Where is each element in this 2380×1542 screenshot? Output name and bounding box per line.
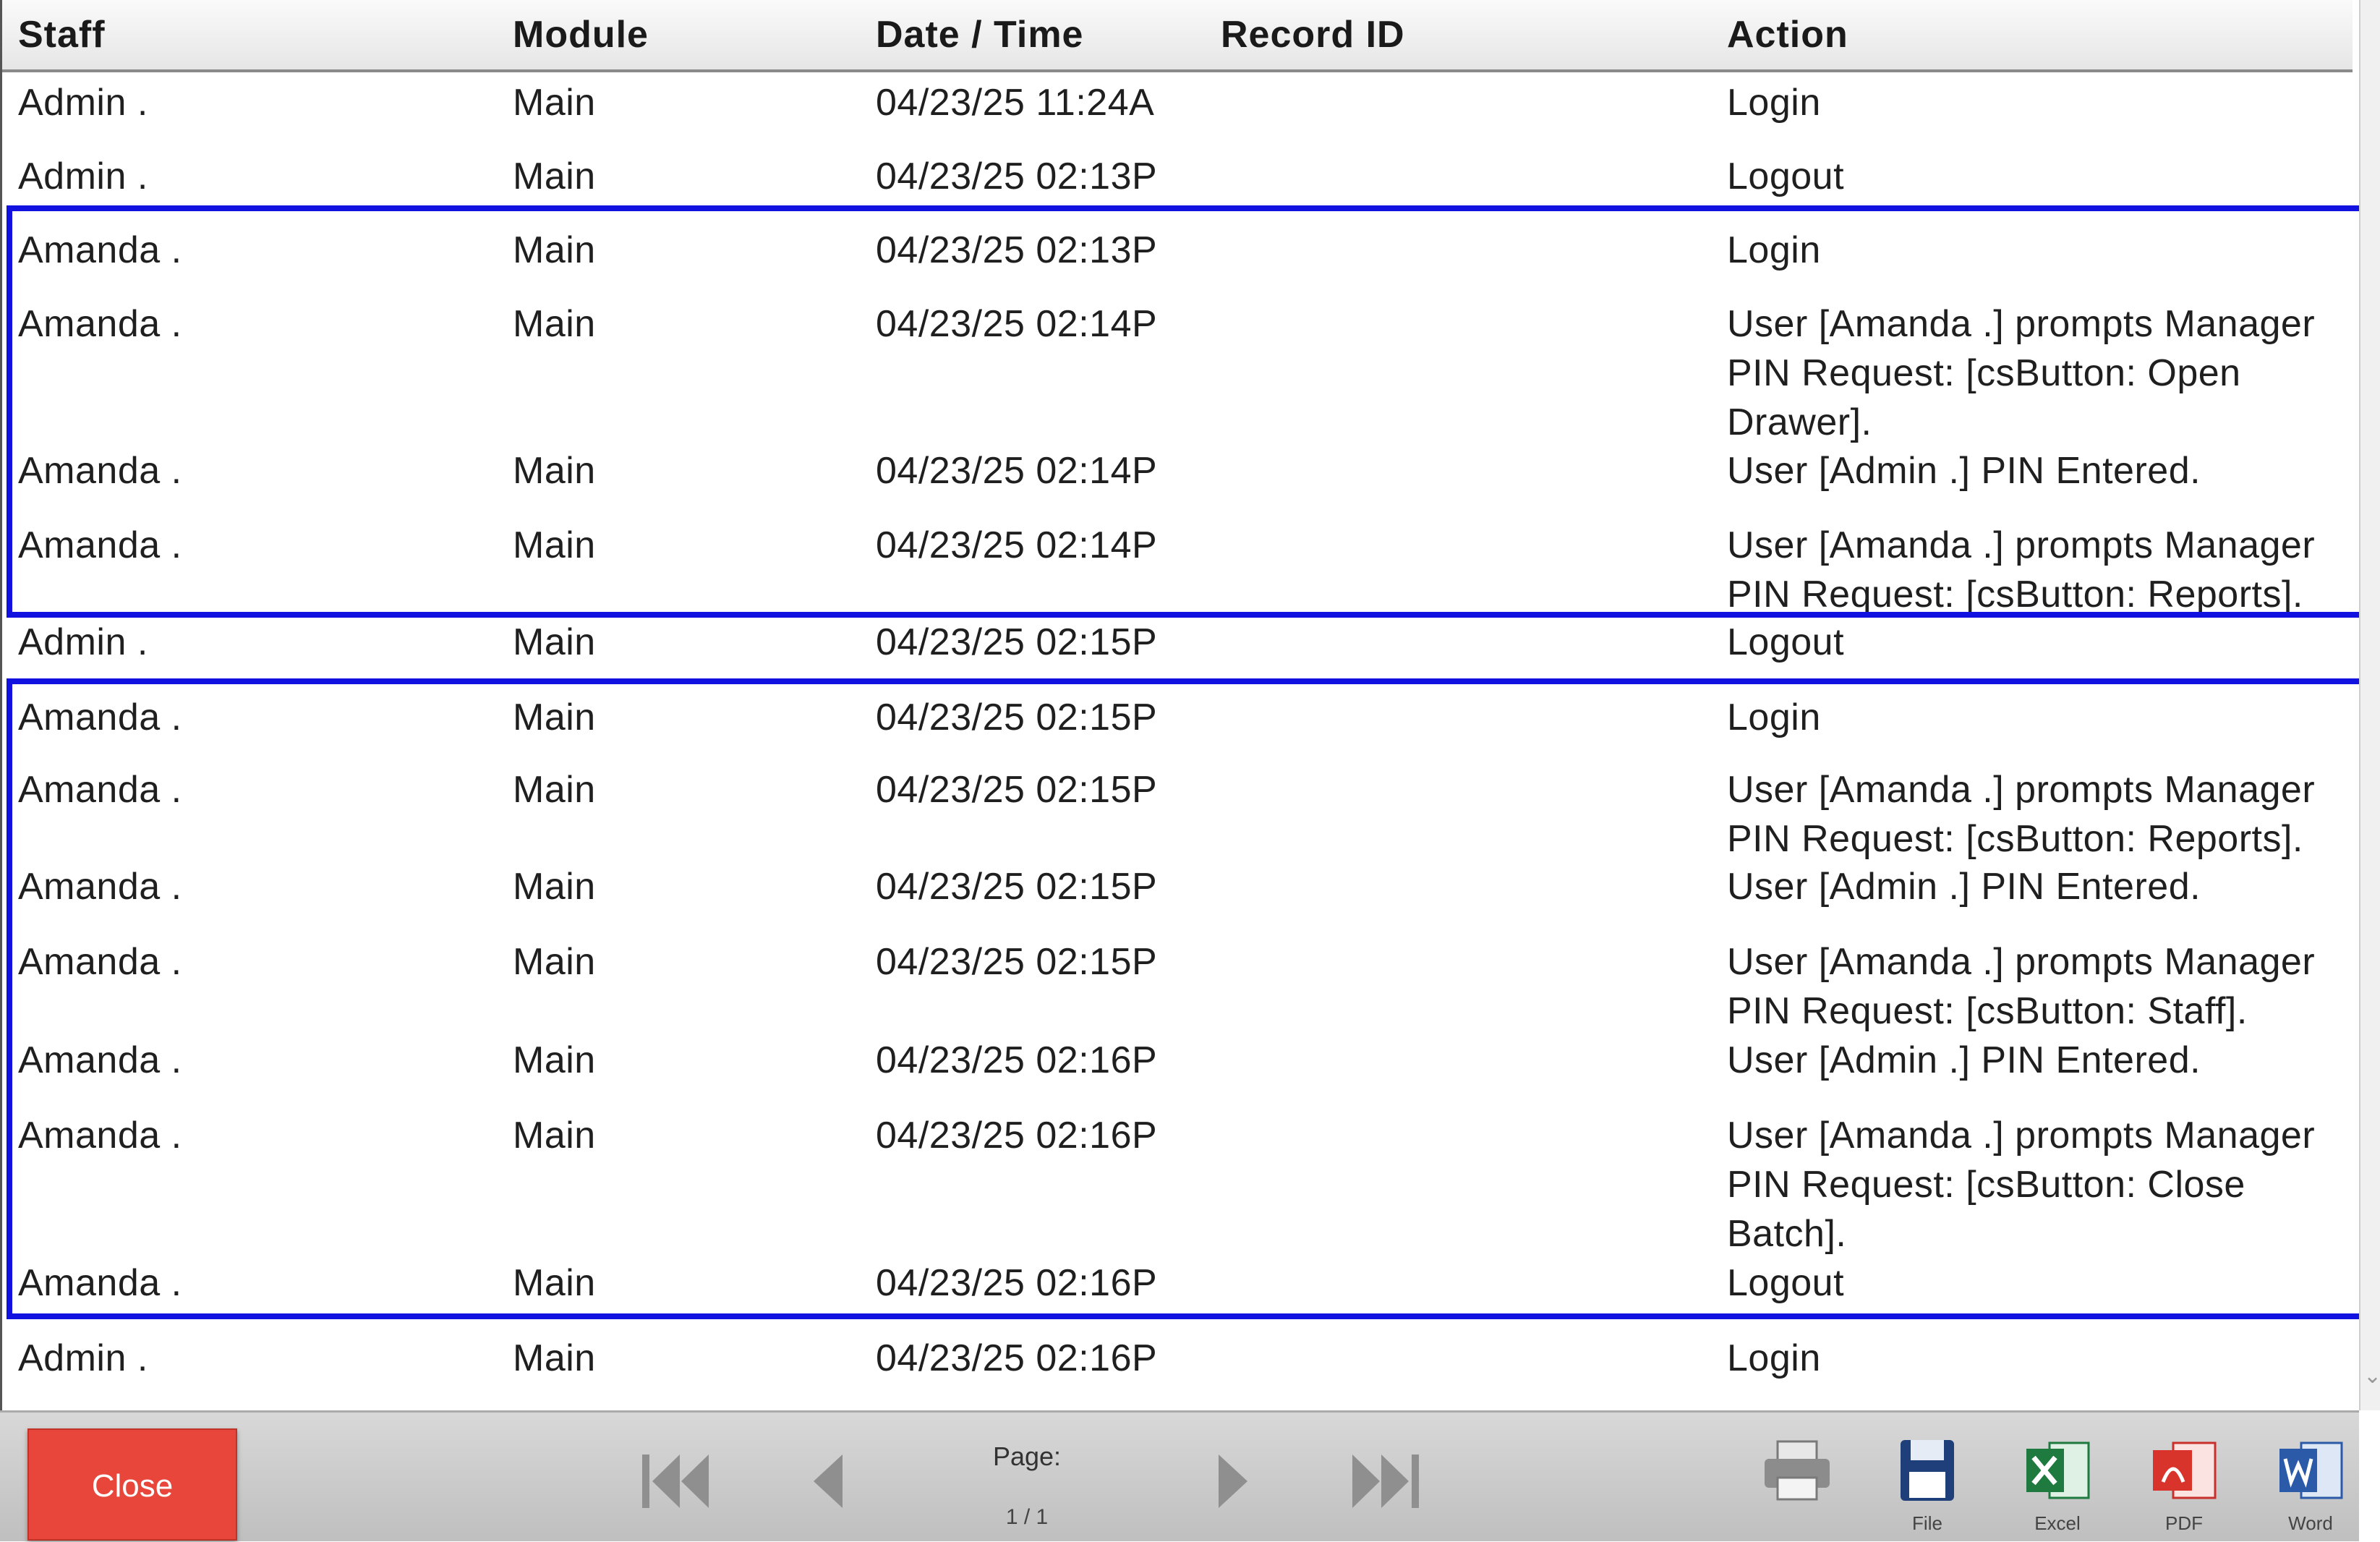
last-page-button[interactable]: [1345, 1441, 1425, 1521]
cell-module: Main: [513, 450, 596, 492]
cell-staff: Amanda .: [18, 866, 182, 908]
table-header: Staff Module Date / Time Record ID Actio…: [2, 0, 2353, 72]
cell-date-time: 04/23/25 02:14P: [876, 524, 1158, 566]
cell-staff: Amanda .: [18, 303, 182, 345]
cell-date-time: 04/23/25 02:15P: [876, 866, 1158, 908]
cell-staff: Amanda .: [18, 524, 182, 566]
cell-action: Login: [1727, 229, 1821, 271]
column-header-date-time[interactable]: Date / Time: [876, 13, 1083, 56]
page-label: Page:: [992, 1441, 1062, 1471]
cell-module: Main: [513, 941, 596, 983]
cell-module: Main: [513, 1262, 596, 1304]
cell-staff: Admin .: [18, 621, 148, 663]
cell-staff: Admin .: [18, 82, 148, 124]
print-button[interactable]: [1757, 1434, 1837, 1535]
floppy-disk-icon: [1901, 1440, 1954, 1501]
cell-staff: Amanda .: [18, 450, 182, 492]
cell-module: Main: [513, 769, 596, 811]
scroll-down-icon[interactable]: ⌄: [2363, 1363, 2380, 1389]
cell-action: User [Admin .] PIN Entered.: [1727, 450, 2201, 492]
printer-icon: [1765, 1440, 1830, 1501]
previous-page-icon: [814, 1454, 843, 1508]
cell-staff: Amanda .: [18, 697, 182, 738]
cell-date-time: 04/23/25 02:15P: [876, 941, 1158, 983]
previous-page-button[interactable]: [788, 1441, 868, 1521]
column-header-action[interactable]: Action: [1727, 13, 1848, 56]
file-label: File: [1912, 1512, 1942, 1534]
cell-date-time: 04/23/25 02:16P: [876, 1337, 1158, 1379]
cell-date-time: 04/23/25 02:16P: [876, 1039, 1158, 1081]
cell-date-time: 04/23/25 02:14P: [876, 303, 1158, 345]
cell-staff: Amanda .: [18, 769, 182, 811]
first-page-button[interactable]: [636, 1441, 716, 1521]
cell-action: Login: [1727, 1337, 1821, 1379]
cell-date-time: 04/23/25 11:24A: [876, 82, 1155, 124]
cell-action: User [Amanda .] prompts Manager PIN Requ…: [1727, 941, 2316, 1032]
cell-module: Main: [513, 524, 596, 566]
cell-staff: Amanda .: [18, 941, 182, 983]
cell-action: User [Amanda .] prompts Manager PIN Requ…: [1727, 1115, 2316, 1255]
report-footer: Close Page: 1 / 1 File Excel PDF Word: [0, 1410, 2359, 1541]
cell-module: Main: [513, 697, 596, 738]
last-page-icon: [1352, 1454, 1419, 1508]
export-word-button[interactable]: Word: [2271, 1434, 2350, 1535]
cell-staff: Admin .: [18, 1337, 148, 1379]
export-pdf-button[interactable]: PDF: [2144, 1434, 2224, 1535]
column-header-staff[interactable]: Staff: [18, 13, 106, 56]
close-button[interactable]: Close: [27, 1428, 237, 1541]
vertical-scrollbar[interactable]: ⌄: [2359, 0, 2380, 1410]
cell-action: User [Amanda .] prompts Manager PIN Requ…: [1727, 524, 2316, 615]
cell-action: Logout: [1727, 156, 1845, 197]
cell-module: Main: [513, 621, 596, 663]
next-page-button[interactable]: [1193, 1441, 1273, 1521]
cell-date-time: 04/23/25 02:16P: [876, 1115, 1158, 1156]
cell-date-time: 04/23/25 02:13P: [876, 229, 1158, 271]
cell-action: User [Admin .] PIN Entered.: [1727, 1039, 2201, 1081]
cell-staff: Amanda .: [18, 1115, 182, 1156]
cell-action: User [Amanda .] prompts Manager PIN Requ…: [1727, 303, 2316, 443]
cell-module: Main: [513, 1337, 596, 1379]
next-page-icon: [1219, 1454, 1247, 1508]
cell-date-time: 04/23/25 02:15P: [876, 621, 1158, 663]
cell-action: Login: [1727, 82, 1821, 124]
cell-module: Main: [513, 156, 596, 197]
word-icon: [2279, 1441, 2343, 1499]
cell-staff: Amanda .: [18, 229, 182, 271]
cell-action: User [Admin .] PIN Entered.: [1727, 866, 2201, 908]
cell-date-time: 04/23/25 02:14P: [876, 450, 1158, 492]
export-excel-button[interactable]: Excel: [2018, 1434, 2097, 1535]
report-viewer: Staff Module Date / Time Record ID Actio…: [0, 0, 2371, 1541]
cell-date-time: 04/23/25 02:16P: [876, 1262, 1158, 1304]
cell-module: Main: [513, 1115, 596, 1156]
cell-module: Main: [513, 1039, 596, 1081]
word-label: Word: [2288, 1512, 2333, 1534]
save-file-button[interactable]: File: [1888, 1434, 1967, 1535]
cell-module: Main: [513, 82, 596, 124]
pdf-label: PDF: [2165, 1512, 2203, 1534]
cell-module: Main: [513, 229, 596, 271]
cell-date-time: 04/23/25 02:15P: [876, 769, 1158, 811]
cell-action: User [Amanda .] prompts Manager PIN Requ…: [1727, 769, 2316, 860]
cell-action: Logout: [1727, 1262, 1845, 1304]
excel-label: Excel: [2034, 1512, 2081, 1534]
cell-staff: Admin .: [18, 156, 148, 197]
column-header-record-id[interactable]: Record ID: [1221, 13, 1405, 56]
cell-staff: Amanda .: [18, 1039, 182, 1081]
cell-staff: Amanda .: [18, 1262, 182, 1304]
cell-module: Main: [513, 303, 596, 345]
first-page-icon: [642, 1454, 709, 1508]
column-header-module[interactable]: Module: [513, 13, 649, 56]
cell-date-time: 04/23/25 02:13P: [876, 156, 1158, 197]
cell-action: Login: [1727, 697, 1821, 738]
cell-action: Logout: [1727, 621, 1845, 663]
page-indicator: 1 / 1: [1005, 1505, 1049, 1529]
cell-module: Main: [513, 866, 596, 908]
pdf-icon: [2153, 1441, 2217, 1499]
excel-icon: [2026, 1441, 2090, 1499]
cell-date-time: 04/23/25 02:15P: [876, 697, 1158, 738]
